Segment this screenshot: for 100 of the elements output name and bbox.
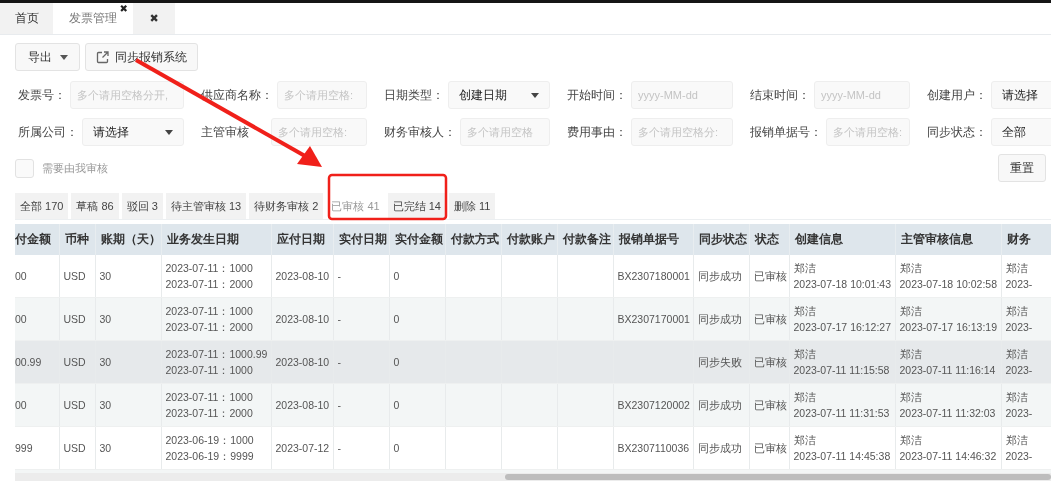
column-header: 财务 — [1001, 224, 1051, 255]
table-cell-text: 00 — [15, 312, 27, 327]
field-label: 开始时间： — [567, 86, 627, 104]
table-cell-text: 00 — [15, 269, 27, 284]
table-cell-text: 2023-08-10 — [275, 355, 330, 370]
table-cell-text: USD — [63, 398, 86, 413]
select-field[interactable]: 请选择 — [991, 81, 1051, 109]
horizontal-scrollbar[interactable] — [15, 473, 1051, 481]
table-cell-text: USD — [63, 269, 86, 284]
export-button[interactable]: 导出 — [15, 43, 80, 71]
field-label: 主管审核 — [201, 123, 249, 141]
table-cell-text: 郑洁 2023-07-11 11:31:53 — [793, 390, 890, 421]
table-cell-text: 郑洁 2023-07-11 14:46:32 — [899, 433, 997, 464]
table-cell-text: 0 — [393, 355, 400, 370]
caret-icon — [531, 92, 539, 98]
checkbox[interactable] — [15, 158, 34, 178]
column-header: 付款账户 — [501, 224, 557, 255]
column-header: 业务发生日期 — [161, 224, 271, 255]
column-header: 同步状态 — [693, 224, 749, 255]
table-cell-text: - — [337, 355, 341, 370]
status-tab[interactable]: 全部 170 — [15, 193, 69, 219]
column-header: 实付金额 — [389, 224, 445, 255]
table-cell-text: 已审核 — [753, 398, 787, 413]
checkbox-label: 需要由我审核 — [42, 160, 108, 176]
table-cell-text: 郑洁 2023- — [1005, 347, 1033, 378]
table-cell-text: - — [337, 312, 341, 327]
column-header: 应付日期 — [271, 224, 333, 255]
table-cell-text: 30 — [99, 355, 112, 370]
table-cell-text: 2023-08-10 — [275, 398, 330, 413]
table-cell-text: USD — [63, 441, 86, 456]
table-cell-text: 2023-08-10 — [275, 312, 330, 327]
column-header: 状态 — [749, 224, 789, 255]
table-cell-text: 郑洁 2023- — [1005, 433, 1033, 464]
select-field[interactable]: 请选择 — [82, 118, 184, 146]
table-cell-text: 郑洁 2023-07-11 11:32:03 — [899, 390, 996, 421]
table-cell-text: 00.99 — [15, 355, 42, 370]
status-tab[interactable]: 待财务审核 2 — [249, 193, 324, 219]
table-cell-text: 郑洁 2023- — [1005, 304, 1033, 335]
caret-icon — [59, 54, 68, 60]
table-cell-text: 郑洁 2023-07-11 11:15:58 — [793, 347, 890, 378]
field-label: 同步状态： — [927, 123, 987, 141]
table-cell-text: 同步成功 — [697, 441, 742, 456]
table-cell-text: 郑洁 2023-07-17 16:13:19 — [899, 304, 997, 335]
table-cell-text: BX2307120002 — [617, 398, 690, 413]
table-cell-text: 郑洁 2023- — [1005, 390, 1033, 421]
table-cell-text: 同步失败 — [697, 355, 742, 370]
table-cell-text: - — [337, 269, 341, 284]
status-tab[interactable]: 待主管审核 13 — [165, 193, 247, 219]
table-cell-text: 郑洁 2023-07-18 10:02:58 — [899, 261, 997, 292]
table-cell-text: 同步成功 — [697, 398, 742, 413]
reset-button[interactable]: 重置 — [998, 154, 1046, 182]
column-header: 报销单据号 — [613, 224, 693, 255]
close-icon[interactable]: ✖ — [119, 4, 128, 14]
table-cell-text: 2023-08-10 — [275, 269, 330, 284]
table-cell-text: USD — [63, 355, 86, 370]
table-cell-text: 郑洁 2023- — [1005, 261, 1033, 292]
column-header: 主管审核信息 — [895, 224, 1001, 255]
column-header: 付金额 — [15, 224, 59, 255]
table-cell-text: 0 — [393, 441, 400, 456]
field-label: 创建用户： — [927, 86, 987, 104]
status-tab[interactable]: 驳回 3 — [121, 193, 163, 219]
field-label: 日期类型： — [384, 86, 444, 104]
table-cell-text: USD — [63, 312, 86, 327]
table-cell-text: 已审核 — [753, 269, 787, 284]
table-cell-text: - — [337, 398, 341, 413]
field-label: 报销单据号： — [750, 123, 822, 141]
column-header: 付款备注 — [557, 224, 613, 255]
status-tab[interactable]: 草稿 86 — [71, 193, 119, 219]
table-cell-text: 2023-07-11：1000 2023-07-11：2000 — [165, 261, 253, 292]
column-header: 币种 — [59, 224, 95, 255]
column-header: 实付日期 — [333, 224, 389, 255]
close-all-tab[interactable]: ✖ — [133, 3, 175, 34]
field-label: 费用事由： — [567, 123, 627, 141]
sync-button[interactable]: 同步报销系统 — [85, 43, 198, 71]
table-cell-text: 999 — [15, 441, 33, 456]
field-label: 发票号： — [18, 86, 66, 104]
table-cell-text: 同步成功 — [697, 269, 742, 284]
column-header: 付款方式 — [445, 224, 501, 255]
caret-icon — [165, 129, 173, 135]
table-cell-text: 30 — [99, 312, 112, 327]
table-cell-text: 30 — [99, 398, 112, 413]
table-cell-text: 已审核 — [753, 312, 787, 327]
column-header: 账期（天） — [95, 224, 161, 255]
select-field[interactable]: 创建日期 — [448, 81, 550, 109]
select-field[interactable]: 全部 — [991, 118, 1051, 146]
table-cell-text: - — [337, 441, 341, 456]
field-label: 所属公司： — [18, 123, 78, 141]
table-cell-text: 郑洁 2023-07-18 10:01:43 — [793, 261, 891, 292]
field-label: 结束时间： — [750, 86, 810, 104]
table-cell-text: BX2307170001 — [617, 312, 690, 327]
table-cell-text: 2023-07-11：1000 2023-07-11：2000 — [165, 304, 253, 335]
table-cell-text: 郑洁 2023-07-17 16:12:27 — [793, 304, 891, 335]
status-tab[interactable]: 删除 11 — [449, 193, 496, 219]
table-cell-text: 郑洁 2023-07-11 14:45:38 — [793, 433, 891, 464]
table-cell-text: 同步成功 — [697, 312, 742, 327]
table-cell-text: 已审核 — [753, 355, 787, 370]
page-tab[interactable]: 首页 — [0, 3, 53, 34]
table-cell-text: 30 — [99, 441, 112, 456]
table-cell-text: 已审核 — [753, 441, 787, 456]
status-tab[interactable]: 已完结 14 — [387, 193, 446, 219]
